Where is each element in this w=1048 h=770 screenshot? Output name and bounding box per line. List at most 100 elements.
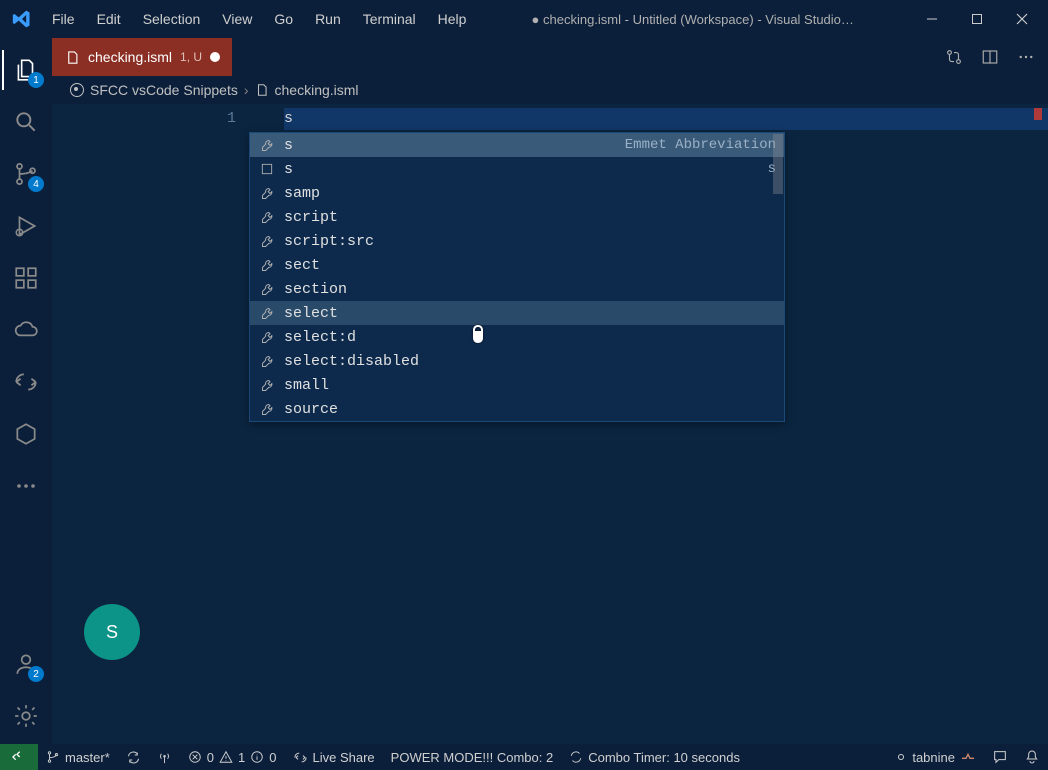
file-icon [64,49,80,65]
wrench-icon [258,232,276,250]
code-line-1[interactable]: s [284,108,1048,130]
menu-edit[interactable]: Edit [87,7,131,31]
info-icon [250,750,264,764]
compare-changes-button[interactable] [942,45,966,69]
suggest-item[interactable]: ss [250,157,784,181]
menu-run[interactable]: Run [305,7,351,31]
sync-icon [126,750,141,765]
activity-settings[interactable] [2,692,50,740]
cloud-icon [13,317,39,343]
maximize-button[interactable] [954,0,999,38]
suggest-item[interactable]: select:d [250,325,784,349]
avatar-initial: S [106,622,118,643]
status-combo-timer-label: Combo Timer: 10 seconds [588,750,740,765]
suggest-item-label: select [284,305,776,322]
suggest-item[interactable]: script [250,205,784,229]
suggest-item-label: section [284,281,776,298]
wrench-icon [258,280,276,298]
status-port[interactable] [149,744,180,770]
bell-icon [1024,749,1040,765]
suggest-item-label: s [284,161,768,178]
suggest-scrollbar[interactable] [773,134,783,194]
status-power-mode[interactable]: POWER MODE!!! Combo: 2 [383,744,562,770]
menu-view[interactable]: View [212,7,262,31]
debug-icon [13,213,39,239]
activity-cloud[interactable] [2,306,50,354]
git-compare-icon [945,48,963,66]
status-live-share-label: Live Share [313,750,375,765]
wrench-icon [258,136,276,154]
suggest-item[interactable]: script:src [250,229,784,253]
overview-ruler[interactable] [1034,104,1048,744]
remote-icon [11,749,27,765]
minimize-button[interactable] [909,0,954,38]
wrench-icon [258,184,276,202]
activity-more[interactable] [2,462,50,510]
activity-explorer[interactable]: 1 [2,46,50,94]
close-button[interactable] [999,0,1044,38]
status-remote-button[interactable] [0,744,38,770]
folder-dot-icon [70,83,84,97]
activity-source-control[interactable]: 4 [2,150,50,198]
menu-go[interactable]: Go [264,7,303,31]
wrench-icon [258,256,276,274]
status-error-count: 0 [207,750,214,765]
suggest-item[interactable]: source [250,397,784,421]
status-feedback[interactable] [984,744,1016,770]
tab-dirty-indicator-icon [210,52,220,62]
suggest-widget[interactable]: sEmmet Abbreviationsssamp script script:sr… [249,132,785,422]
error-icon [188,750,202,764]
vscode-logo-icon [10,7,34,31]
code-content[interactable]: s [284,108,1048,130]
status-problems[interactable]: 0 1 0 [180,744,285,770]
suggest-item[interactable]: sEmmet Abbreviation [250,133,784,157]
tab-meta: 1, U [180,50,202,64]
activity-accounts[interactable]: 2 [2,640,50,688]
radio-tower-icon [157,750,172,765]
activity-extensions[interactable] [2,254,50,302]
warning-icon [219,750,233,764]
suggest-item[interactable]: section [250,277,784,301]
suggest-item[interactable]: select:disabled [250,349,784,373]
more-actions-button[interactable] [1014,45,1038,69]
activity-bar: 1 4 2 [0,38,52,744]
suggest-item[interactable]: sect [250,253,784,277]
menu-selection[interactable]: Selection [133,7,211,31]
status-tabnine[interactable]: tabnine [887,744,984,770]
status-combo-timer[interactable]: Combo Timer: 10 seconds [561,744,748,770]
menu-file[interactable]: File [42,7,85,31]
status-sync[interactable] [118,744,149,770]
split-editor-button[interactable] [978,45,1002,69]
activity-hexagon[interactable] [2,410,50,458]
activity-run-debug[interactable] [2,202,50,250]
suggest-item-label: select:d [284,329,776,346]
suggest-item[interactable]: select [250,301,784,325]
menu-help[interactable]: Help [428,7,477,31]
breadcrumb-file[interactable]: checking.isml [275,82,359,98]
suggest-item[interactable]: samp [250,181,784,205]
menu-bar: File Edit Selection View Go Run Terminal… [42,7,476,31]
breadcrumbs[interactable]: SFCC vsCode Snippets › checking.isml [52,76,1048,104]
activity-live-share[interactable] [2,358,50,406]
suggest-item[interactable]: small [250,373,784,397]
avatar-bubble[interactable]: S [84,604,140,660]
hexagon-icon [13,421,39,447]
suggest-item-label: script [284,209,776,226]
menu-terminal[interactable]: Terminal [353,7,426,31]
breadcrumb-folder[interactable]: SFCC vsCode Snippets [90,82,238,98]
wrench-icon [258,376,276,394]
activity-search[interactable] [2,98,50,146]
account-badge: 2 [28,666,44,682]
ellipsis-icon [1017,48,1035,66]
tab-checking-isml[interactable]: checking.isml 1, U [52,38,232,76]
status-notifications[interactable] [1016,744,1048,770]
status-branch[interactable]: master* [38,744,118,770]
wrench-icon [258,400,276,418]
tab-filename: checking.isml [88,49,172,65]
status-live-share[interactable]: Live Share [285,744,383,770]
wrench-icon [258,208,276,226]
status-bar: master* 0 1 0 Live Share POWER MODE!!! C… [0,744,1048,770]
window-title: ● checking.isml - Untitled (Workspace) -… [476,12,909,27]
feedback-icon [992,749,1008,765]
split-vertical-icon [981,48,999,66]
